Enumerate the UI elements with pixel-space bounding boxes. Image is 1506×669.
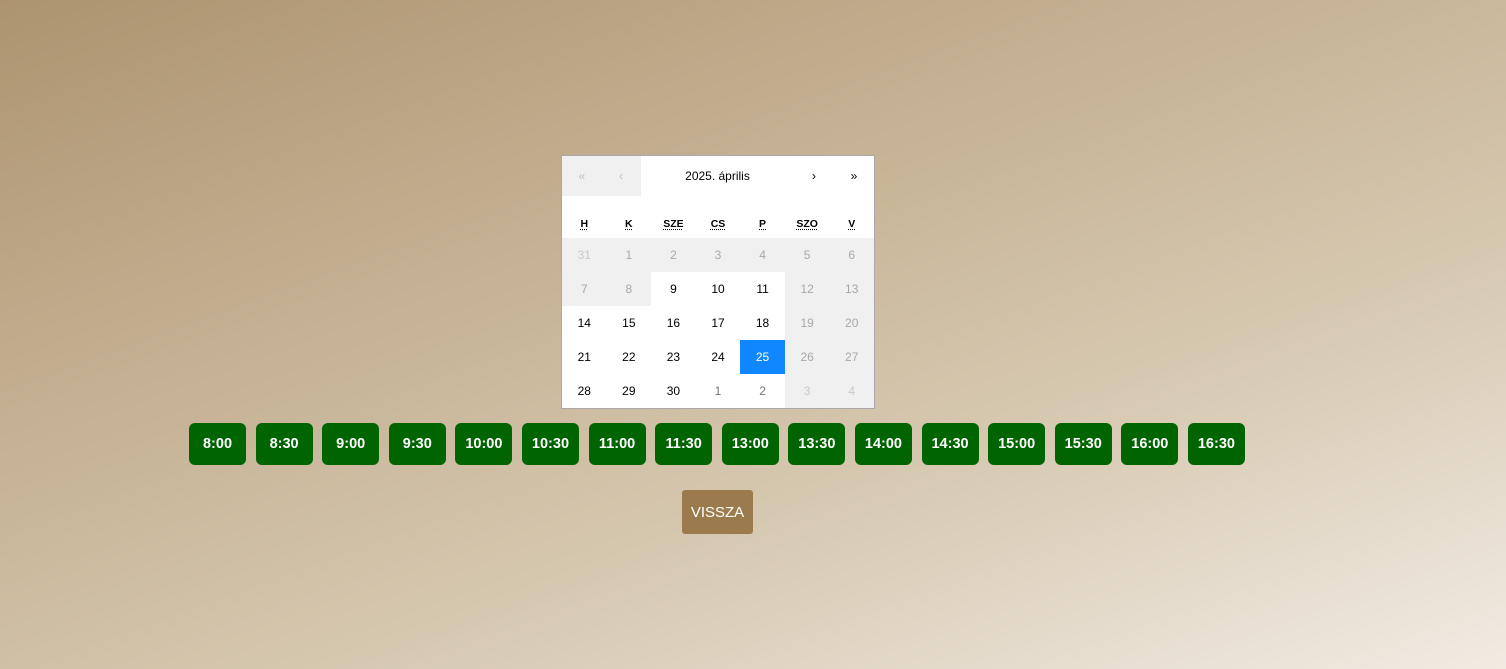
weekday-label: V — [829, 212, 874, 236]
weekday-label: SZE — [651, 212, 696, 236]
calendar-day: 3 — [695, 238, 741, 272]
calendar-day[interactable]: 14 — [562, 306, 607, 340]
back-button[interactable]: VISSZA — [682, 490, 753, 534]
weekday-abbr: P — [759, 218, 767, 230]
calendar-day: 8 — [606, 272, 652, 306]
time-slot-button[interactable]: 13:00 — [721, 423, 779, 465]
calendar-day[interactable]: 1 — [695, 374, 741, 408]
time-slot-button[interactable]: 14:30 — [921, 423, 979, 465]
calendar-day[interactable]: 24 — [695, 340, 741, 374]
calendar-day[interactable]: 30 — [651, 374, 696, 408]
time-slot-button[interactable]: 11:00 — [588, 423, 646, 465]
calendar-day[interactable]: 16 — [651, 306, 696, 340]
calendar-day: 19 — [784, 306, 830, 340]
calendar-day[interactable]: 11 — [740, 272, 785, 306]
weekday-label: SZO — [785, 212, 830, 236]
calendar-day[interactable]: 21 — [562, 340, 607, 374]
weekday-label: CS — [696, 212, 741, 236]
time-slot-button[interactable]: 11:30 — [655, 423, 713, 465]
calendar-day[interactable]: 29 — [606, 374, 652, 408]
calendar-day[interactable]: 2 — [740, 374, 785, 408]
prev-year-button[interactable]: « — [562, 156, 602, 196]
calendar-day: 4 — [740, 238, 785, 272]
time-slot-button[interactable]: 8:30 — [255, 423, 313, 465]
calendar-navigation: « ‹ 2025. április › » — [562, 156, 874, 196]
calendar-day: 12 — [784, 272, 830, 306]
calendar-day[interactable]: 15 — [606, 306, 652, 340]
weekday-abbr: SZO — [796, 218, 818, 230]
weekday-label: H — [562, 212, 607, 236]
calendar-day[interactable]: 18 — [740, 306, 785, 340]
time-slot-button[interactable]: 10:00 — [455, 423, 513, 465]
calendar-day[interactable]: 9 — [651, 272, 696, 306]
calendar-day: 13 — [829, 272, 874, 306]
calendar-day: 7 — [562, 272, 607, 306]
time-slot-button[interactable]: 16:00 — [1121, 423, 1179, 465]
time-slot-button[interactable]: 14:00 — [854, 423, 912, 465]
month-year-label[interactable]: 2025. április — [641, 156, 794, 196]
calendar-day[interactable]: 10 — [695, 272, 741, 306]
calendar-day: 5 — [784, 238, 830, 272]
time-slot-button[interactable]: 15:00 — [988, 423, 1046, 465]
time-slot-button[interactable]: 8:00 — [189, 423, 246, 465]
next-month-button[interactable]: › — [794, 156, 834, 196]
calendar-day: 4 — [829, 374, 874, 408]
calendar-day: 1 — [606, 238, 652, 272]
weekday-label: K — [607, 212, 652, 236]
weekday-abbr: CS — [710, 218, 726, 230]
calendar-day: 3 — [784, 374, 830, 408]
weekday-abbr: SZE — [663, 218, 684, 230]
calendar-day: 20 — [829, 306, 874, 340]
time-slot-button[interactable]: 15:30 — [1054, 423, 1112, 465]
time-slot-button[interactable]: 16:30 — [1187, 423, 1245, 465]
calendar-day[interactable]: 22 — [606, 340, 652, 374]
prev-month-button[interactable]: ‹ — [601, 156, 641, 196]
calendar-day: 31 — [562, 238, 607, 272]
next-year-button[interactable]: » — [834, 156, 874, 196]
time-slot-button[interactable]: 9:30 — [388, 423, 446, 465]
weekday-abbr: K — [625, 218, 633, 230]
calendar-day: 27 — [829, 340, 874, 374]
calendar-day[interactable]: 17 — [695, 306, 741, 340]
weekday-abbr: V — [848, 218, 856, 230]
time-slot-button[interactable]: 13:30 — [788, 423, 846, 465]
calendar-day: 26 — [784, 340, 830, 374]
calendar-day: 2 — [651, 238, 696, 272]
weekday-abbr: H — [580, 218, 589, 230]
calendar-day-selected[interactable]: 25 — [740, 340, 785, 374]
weekday-label: P — [740, 212, 785, 236]
calendar-day[interactable]: 28 — [562, 374, 607, 408]
date-picker-calendar: « ‹ 2025. április › » H K SZE CS P SZO V 31 1 2 3… — [561, 155, 875, 409]
time-slot-list: 8:00 8:30 9:00 9:30 10:00 10:30 11:00 11:30 13:0… — [189, 423, 1245, 465]
day-grid: 31 1 2 3 4 5 6 7 8 9 10 11 12 13 14 15 16 17 18 19 20 21 22 23 2… — [562, 238, 874, 408]
time-slot-button[interactable]: 9:00 — [322, 423, 380, 465]
time-slot-button[interactable]: 10:30 — [521, 423, 579, 465]
weekday-header: H K SZE CS P SZO V — [562, 212, 874, 236]
calendar-day: 6 — [829, 238, 874, 272]
calendar-day[interactable]: 23 — [651, 340, 696, 374]
